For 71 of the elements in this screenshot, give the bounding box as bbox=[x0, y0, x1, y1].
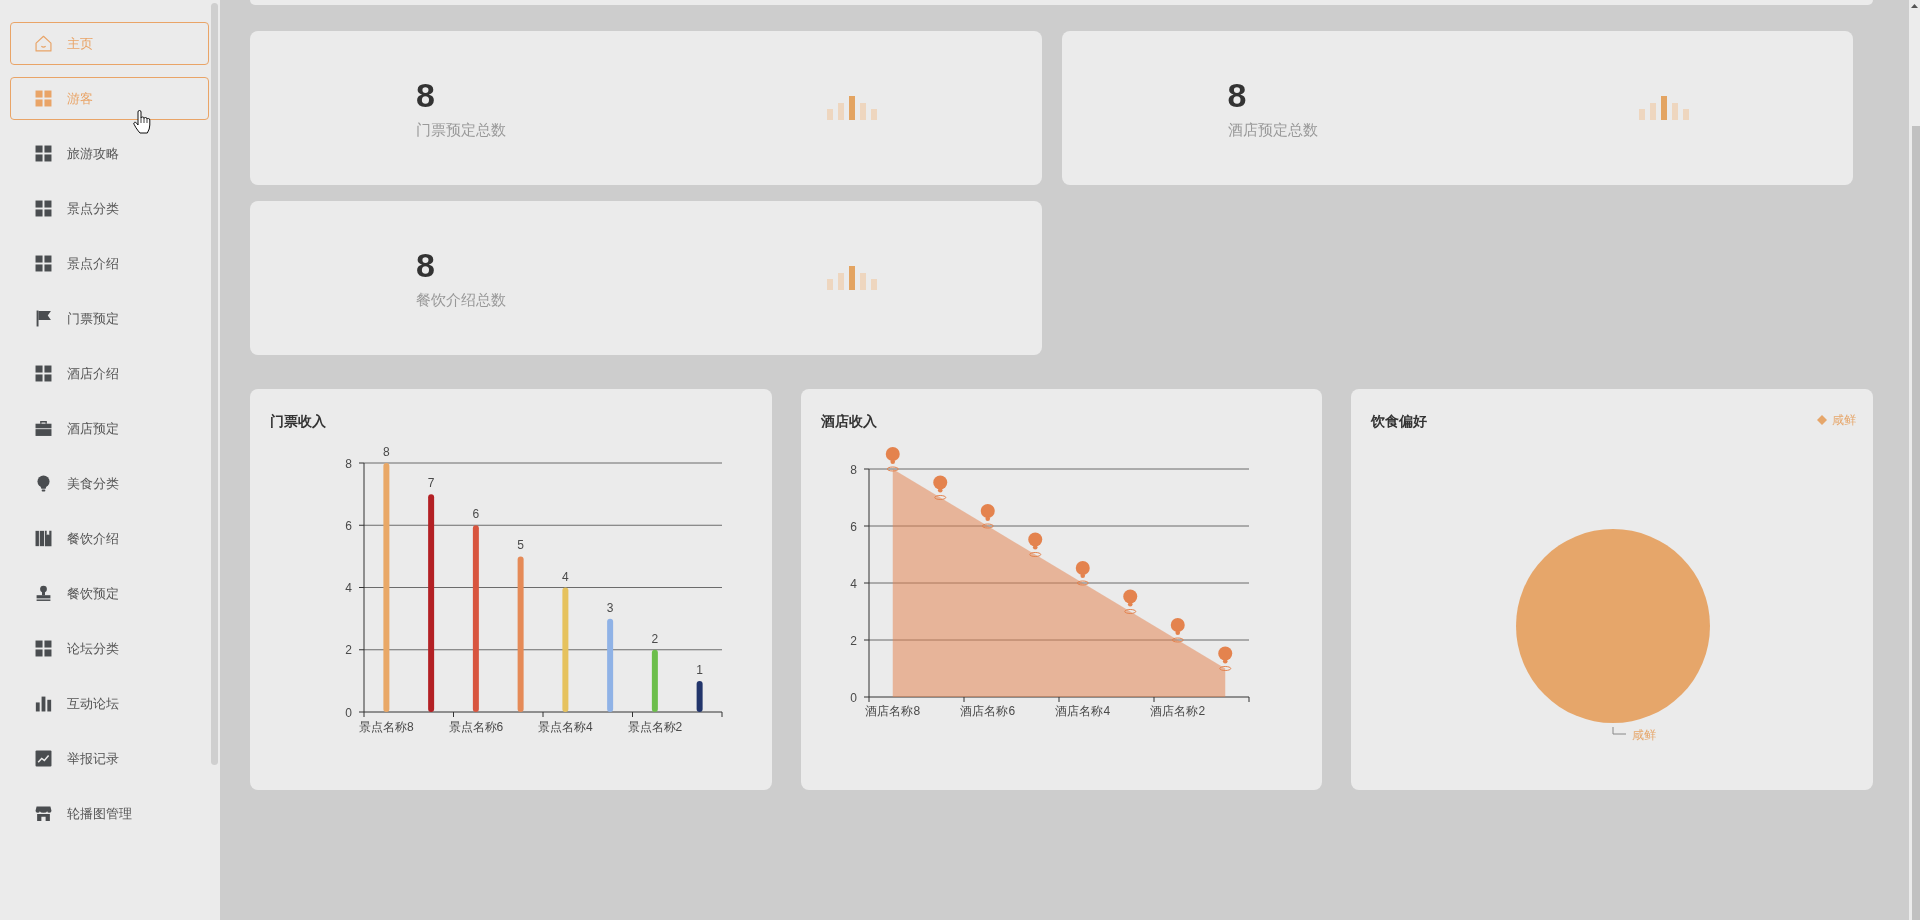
stat-label: 门票预定总数 bbox=[416, 120, 506, 139]
grid-icon bbox=[35, 90, 52, 107]
grid-icon bbox=[35, 145, 52, 162]
briefcase-icon bbox=[35, 420, 52, 437]
axis-label: 8 bbox=[849, 462, 857, 477]
value-label: 1 bbox=[696, 662, 703, 677]
axis-label: 4 bbox=[849, 576, 857, 591]
chart-title: 门票收入 bbox=[270, 413, 326, 429]
axis-label: 2 bbox=[849, 633, 857, 648]
bar-chart-icon bbox=[1638, 96, 1689, 120]
stat-label: 餐饮介绍总数 bbox=[416, 290, 506, 309]
sidebar-item[interactable]: 景点分类 bbox=[10, 187, 209, 230]
scrollbar-thumb[interactable] bbox=[211, 3, 218, 765]
sidebar-item[interactable]: 旅游攻略 bbox=[10, 132, 209, 175]
axis-label: 酒店名称8 bbox=[865, 704, 920, 718]
stat-value: 8 bbox=[416, 247, 435, 282]
bar-chart-icon bbox=[827, 266, 877, 290]
sidebar-item[interactable]: 轮播图管理 bbox=[10, 792, 209, 835]
home-icon bbox=[35, 35, 52, 52]
sidebar-item[interactable]: 酒店介绍 bbox=[10, 352, 209, 395]
axis-label: 0 bbox=[849, 690, 857, 705]
axis-label: 酒店名称2 bbox=[1150, 704, 1205, 718]
scrollbar-thumb[interactable] bbox=[1912, 126, 1920, 920]
store-icon bbox=[35, 805, 52, 822]
grid-icon bbox=[35, 365, 52, 382]
axis-label: 6 bbox=[849, 519, 857, 534]
axis-label: 景点名称8 bbox=[359, 720, 414, 734]
grid-icon bbox=[35, 200, 52, 217]
grid-icon bbox=[35, 640, 52, 657]
stat-label: 酒店预定总数 bbox=[1227, 120, 1318, 139]
value-label: 3 bbox=[606, 600, 614, 615]
grid-icon bbox=[35, 255, 52, 272]
value-label: 5 bbox=[517, 538, 524, 553]
axis-label: 6 bbox=[345, 518, 352, 533]
stat-value: 8 bbox=[416, 77, 435, 112]
bar-chart-icon bbox=[35, 695, 52, 712]
axis-label: 2 bbox=[345, 643, 352, 658]
chart-title: 酒店收入 bbox=[820, 413, 877, 429]
value-label: 8 bbox=[383, 445, 390, 459]
value-label: 6 bbox=[472, 507, 480, 522]
sidebar-item[interactable]: 酒店预定 bbox=[10, 407, 209, 450]
lightbulb-icon bbox=[35, 475, 52, 492]
sidebar-item[interactable]: 互动论坛 bbox=[10, 682, 209, 725]
value-label: 4 bbox=[562, 569, 569, 584]
stat-value: 8 bbox=[1227, 77, 1247, 112]
axis-label: 酒店名称6 bbox=[960, 704, 1015, 718]
chart-title: 饮食偏好 bbox=[1371, 413, 1428, 429]
sidebar-item[interactable]: 门票预定 bbox=[10, 297, 209, 340]
bar-chart-icon bbox=[827, 96, 877, 120]
axis-label: 景点名称4 bbox=[538, 720, 593, 734]
leader-line bbox=[1612, 726, 1627, 735]
scroll-up-arrow-icon[interactable] bbox=[1911, 4, 1918, 8]
sidebar-item[interactable]: 美食分类 bbox=[10, 462, 209, 505]
books-icon bbox=[35, 530, 52, 547]
axis-label: 景点名称6 bbox=[448, 720, 504, 734]
flag-icon bbox=[35, 310, 52, 327]
axis-label: 景点名称2 bbox=[627, 720, 683, 734]
value-label: 2 bbox=[651, 631, 659, 646]
axis-label: 酒店名称4 bbox=[1055, 704, 1110, 718]
sidebar-item[interactable]: 餐饮预定 bbox=[10, 572, 209, 615]
stamp-icon bbox=[35, 585, 52, 602]
sidebar-item[interactable]: 餐饮介绍 bbox=[10, 517, 209, 560]
axis-label: 8 bbox=[345, 456, 352, 471]
sidebar-item[interactable]: 景点介绍 bbox=[10, 242, 209, 285]
value-label: 7 bbox=[427, 476, 435, 491]
slice-label: 咸鲜 bbox=[1632, 727, 1657, 742]
sidebar-item[interactable]: 举报记录 bbox=[10, 737, 209, 780]
axis-label: 0 bbox=[345, 705, 352, 720]
sidebar-item[interactable]: 论坛分类 bbox=[10, 627, 209, 670]
axis-label: 4 bbox=[345, 581, 352, 595]
line-chart-icon bbox=[35, 750, 52, 767]
